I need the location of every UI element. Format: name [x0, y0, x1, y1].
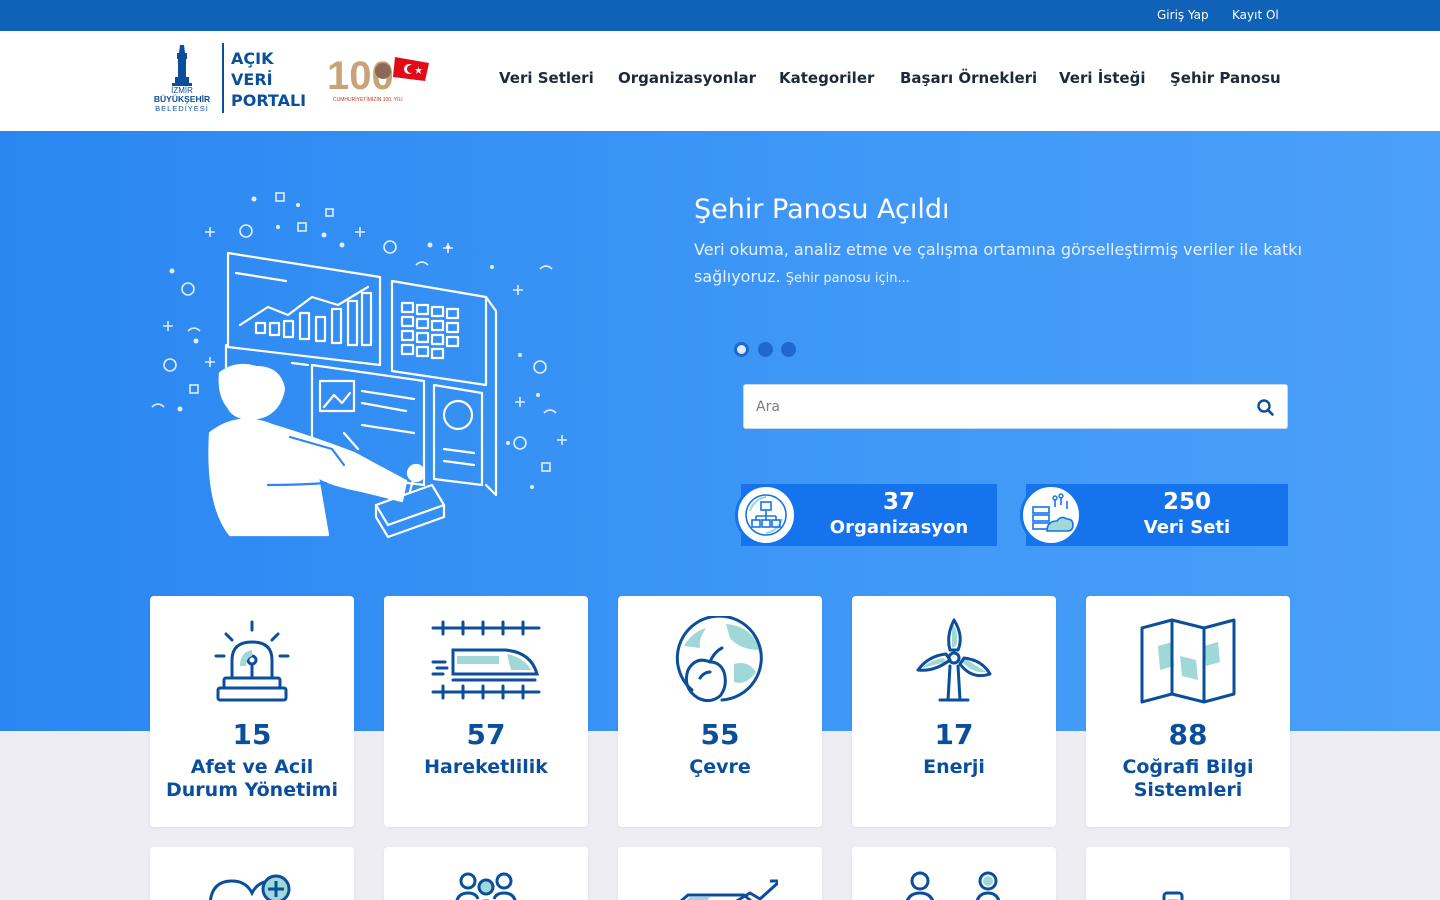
category-card-saglik[interactable]	[150, 847, 354, 900]
category-count: 57	[466, 718, 506, 751]
nav-veri-setleri[interactable]: Veri Setleri	[499, 69, 594, 87]
category-label: Çevre	[689, 756, 751, 778]
portal-word-2: VERİ	[231, 70, 273, 89]
siren-icon	[214, 620, 290, 702]
nav-basari-ornekleri[interactable]: Başarı Örnekleri	[900, 69, 1037, 87]
category-card-nufus[interactable]	[852, 847, 1056, 900]
category-card-enerji[interactable]: 17 Enerji	[852, 596, 1056, 827]
svg-text:BELEDİYESİ: BELEDİYESİ	[155, 104, 209, 113]
nav-kategoriler[interactable]: Kategoriler	[779, 69, 874, 87]
community-icon	[455, 872, 517, 900]
nav-organizasyonlar[interactable]: Organizasyonlar	[618, 69, 756, 87]
hero-title: Şehir Panosu Açıldı	[694, 194, 950, 225]
search-input[interactable]	[756, 393, 1246, 421]
data-analyst-illustration	[151, 192, 567, 539]
search-box	[743, 384, 1288, 429]
category-count: 15	[232, 718, 272, 751]
category-card-yapilar[interactable]	[1086, 847, 1290, 900]
slider-dot-3[interactable]	[781, 342, 796, 357]
dataset-icon	[1020, 484, 1082, 546]
site-logo[interactable]: İZMİR BÜYÜKŞEHİR BELEDİYESİ AÇIK VERİ PO…	[150, 43, 440, 119]
dataset-count-box[interactable]: 250 Veri Seti	[1020, 484, 1288, 546]
logo-divider	[222, 43, 224, 113]
portal-wordmark: AÇIK VERİ PORTALI	[231, 48, 306, 111]
organization-label: Organizasyon	[829, 517, 969, 538]
slider-dot-2[interactable]	[758, 342, 773, 357]
category-card-ekonomi[interactable]	[618, 847, 822, 900]
wind-turbine-icon	[916, 618, 992, 702]
category-card-cevre[interactable]: 55 Çevre	[618, 596, 822, 827]
organization-count: 37	[882, 489, 915, 515]
category-card-hareketlilik[interactable]: 57 Hareketlilik	[384, 596, 588, 827]
train-icon	[431, 620, 541, 700]
category-label: Hareketlilik	[424, 756, 548, 778]
health-icon	[208, 874, 291, 900]
nav-sehir-panosu[interactable]: Şehir Panosu	[1170, 69, 1281, 87]
dataset-count: 250	[1162, 489, 1211, 515]
category-count: 17	[934, 718, 974, 751]
svg-text:BÜYÜKŞEHİR: BÜYÜKŞEHİR	[154, 94, 210, 104]
svg-text:CUMHURİYETİMİZİN 100. YILI: CUMHURİYETİMİZİN 100. YILI	[333, 96, 403, 103]
category-card-cbs[interactable]: 88 Coğrafi Bilgi Sistemleri	[1086, 596, 1290, 827]
dataset-label: Veri Seti	[1143, 517, 1231, 538]
hero-read-more[interactable]: Şehir panosu için...	[786, 271, 910, 286]
category-label: Coğrafi Bilgi Sistemleri	[1122, 756, 1254, 801]
organization-count-box[interactable]: 37 Organizasyon	[735, 484, 997, 546]
organization-icon	[735, 484, 797, 546]
top-bar: Giriş Yap Kayıt Ol	[0, 0, 1440, 31]
people-icon	[906, 871, 1001, 900]
slider-dot-1[interactable]	[734, 342, 749, 357]
centennial-badge: 100 CUMHURİYETİMİZİN 100. YILI	[327, 54, 429, 103]
search-icon[interactable]	[1255, 397, 1277, 419]
login-link[interactable]: Giriş Yap	[1157, 8, 1209, 22]
register-link[interactable]: Kayıt Ol	[1232, 8, 1279, 22]
category-card-afet[interactable]: 15 Afet ve Acil Durum Yönetimi	[150, 596, 354, 827]
category-count: 55	[700, 718, 740, 751]
portal-word-3: PORTALI	[231, 91, 307, 110]
category-count: 88	[1168, 718, 1208, 751]
izmir-clock-tower-logo: İZMİR BÜYÜKŞEHİR BELEDİYESİ	[154, 45, 210, 113]
map-icon	[1140, 618, 1236, 704]
portal-word-1: AÇIK	[231, 49, 274, 68]
category-label: Enerji	[923, 756, 985, 778]
hero-description: Veri okuma, analiz etme ve çalışma ortam…	[694, 236, 1304, 292]
economy-icon	[679, 879, 778, 900]
category-label: Afet ve Acil Durum Yönetimi	[166, 756, 338, 801]
globe-leaf-icon	[675, 616, 763, 703]
nav-veri-istegi[interactable]: Veri İsteği	[1059, 69, 1145, 87]
header: İZMİR BÜYÜKŞEHİR BELEDİYESİ AÇIK VERİ PO…	[0, 31, 1440, 131]
building-icon	[1162, 891, 1184, 900]
category-card-toplum[interactable]	[384, 847, 588, 900]
